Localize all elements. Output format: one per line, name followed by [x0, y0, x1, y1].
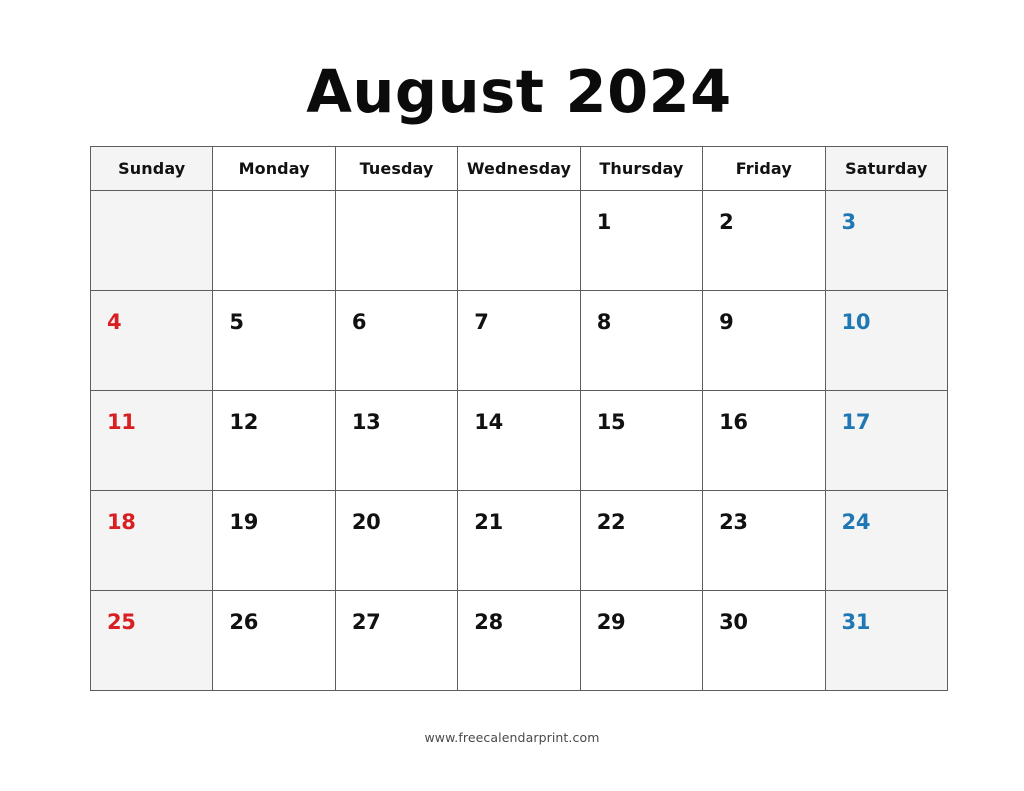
calendar-page: August 2024 Sunday Monday Tuesday Wednes…: [0, 0, 1024, 791]
day-number: 22: [596, 510, 626, 534]
day-number: 31: [841, 610, 871, 634]
calendar-body: 1 2 3 4 5 6 7 8 9 10 11 12 13 14 15 16 1…: [89, 190, 949, 691]
weekday-header-friday: Friday: [702, 146, 826, 191]
day-number: 13: [351, 410, 381, 434]
calendar-week-row: 11 12 13 14 15 16 17: [89, 390, 949, 491]
calendar-header-row: Sunday Monday Tuesday Wednesday Thursday…: [89, 146, 949, 191]
day-number: 4: [107, 310, 122, 334]
day-number: 14: [474, 410, 503, 434]
page-title: August 2024: [306, 57, 732, 126]
calendar-day-cell[interactable]: 7: [457, 290, 581, 391]
day-number: 11: [107, 410, 136, 434]
calendar-day-cell[interactable]: 25: [89, 590, 214, 691]
calendar-day-cell[interactable]: 9: [702, 290, 826, 391]
calendar-day-cell[interactable]: 26: [212, 590, 336, 691]
day-number: 29: [596, 610, 626, 634]
calendar-day-cell[interactable]: 22: [579, 490, 704, 591]
calendar-day-cell[interactable]: 3: [824, 190, 949, 291]
calendar-day-cell[interactable]: 2: [702, 190, 826, 291]
day-number: [213, 191, 334, 212]
calendar-day-cell[interactable]: 6: [334, 290, 459, 391]
weekday-header-wednesday: Wednesday: [457, 146, 581, 191]
day-number: 3: [841, 210, 857, 234]
calendar-day-cell[interactable]: 12: [212, 390, 336, 491]
day-number: 23: [719, 510, 748, 534]
calendar-week-row: 4 5 6 7 8 9 10: [89, 290, 949, 391]
calendar-day-cell[interactable]: [334, 190, 459, 291]
calendar-day-cell[interactable]: [457, 190, 581, 291]
calendar-day-cell[interactable]: 16: [702, 390, 826, 491]
day-number: 21: [474, 510, 503, 534]
weekday-header-monday: Monday: [212, 146, 336, 191]
calendar-week-row: 18 19 20 21 22 23 24: [89, 490, 949, 591]
calendar-day-cell[interactable]: 29: [579, 590, 704, 691]
day-number: 1: [596, 210, 612, 234]
calendar-day-cell[interactable]: 18: [89, 490, 214, 591]
calendar-day-cell[interactable]: 24: [824, 490, 949, 591]
footer-website: www.freecalendarprint.com: [424, 730, 600, 745]
calendar-day-cell[interactable]: 21: [457, 490, 581, 591]
calendar-day-cell[interactable]: 1: [579, 190, 704, 291]
day-number: 24: [841, 510, 871, 534]
calendar-week-row: 1 2 3: [89, 190, 949, 291]
calendar-day-cell[interactable]: 15: [579, 390, 704, 491]
calendar-day-cell[interactable]: [89, 190, 214, 291]
calendar-grid: Sunday Monday Tuesday Wednesday Thursday…: [89, 146, 949, 691]
day-number: 10: [841, 310, 871, 334]
day-number: 6: [351, 310, 367, 334]
calendar-day-cell[interactable]: 30: [702, 590, 826, 691]
day-number: 9: [719, 310, 734, 334]
calendar-day-cell[interactable]: 10: [824, 290, 949, 391]
calendar-day-cell[interactable]: 8: [579, 290, 704, 391]
weekday-header-tuesday: Tuesday: [334, 146, 459, 191]
day-number: 8: [596, 310, 612, 334]
day-number: [91, 191, 212, 212]
day-number: 25: [107, 610, 136, 634]
day-number: 19: [229, 510, 259, 534]
day-number: 20: [351, 510, 381, 534]
day-number: 28: [474, 610, 503, 634]
calendar-day-cell[interactable]: 11: [89, 390, 214, 491]
calendar-day-cell[interactable]: 28: [457, 590, 581, 691]
day-number: [458, 191, 579, 212]
weekday-header-thursday: Thursday: [579, 146, 704, 191]
day-number: 27: [351, 610, 381, 634]
calendar-day-cell[interactable]: 4: [89, 290, 214, 391]
day-number: 7: [474, 310, 489, 334]
calendar-day-cell[interactable]: [212, 190, 336, 291]
day-number: 12: [229, 410, 259, 434]
day-number: 16: [719, 410, 748, 434]
calendar-day-cell[interactable]: 27: [334, 590, 459, 691]
day-number: 26: [229, 610, 259, 634]
calendar-day-cell[interactable]: 5: [212, 290, 336, 391]
calendar-day-cell[interactable]: 14: [457, 390, 581, 491]
day-number: 5: [229, 310, 244, 334]
weekday-header-sunday: Sunday: [89, 146, 214, 191]
day-number: 30: [719, 610, 748, 634]
calendar-day-cell[interactable]: 19: [212, 490, 336, 591]
weekday-header-saturday: Saturday: [824, 146, 949, 191]
calendar-day-cell[interactable]: 31: [824, 590, 949, 691]
calendar-day-cell[interactable]: 17: [824, 390, 949, 491]
day-number: 17: [841, 410, 871, 434]
calendar-week-row: 25 26 27 28 29 30 31: [89, 590, 949, 691]
calendar-day-cell[interactable]: 20: [334, 490, 459, 591]
day-number: 18: [107, 510, 136, 534]
calendar-day-cell[interactable]: 23: [702, 490, 826, 591]
day-number: [336, 191, 457, 212]
calendar-day-cell[interactable]: 13: [334, 390, 459, 491]
day-number: 15: [596, 410, 626, 434]
day-number: 2: [719, 210, 734, 234]
